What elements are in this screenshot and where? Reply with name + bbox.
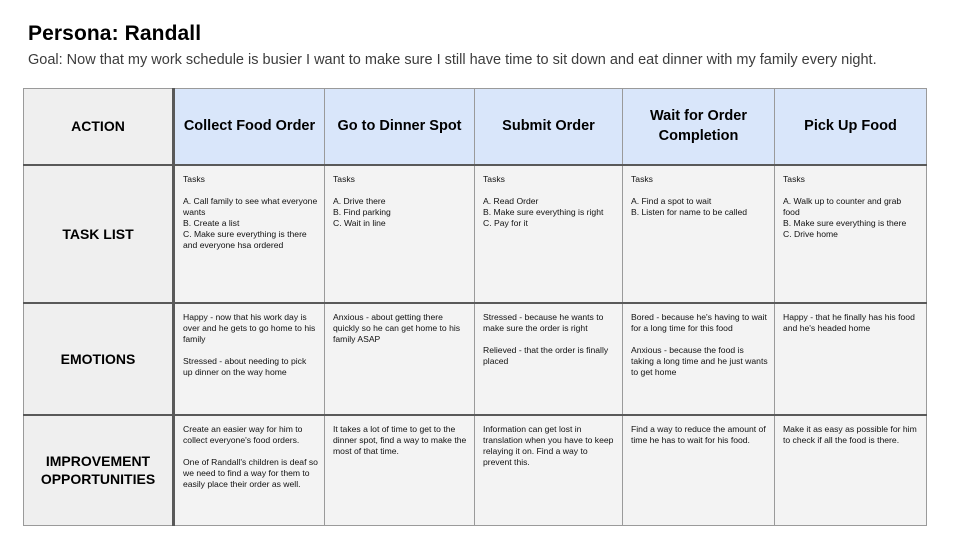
task-item: A. Walk up to counter and grab food: [783, 195, 902, 217]
task-cell: Tasks A. Read Order B. Make sure everyth…: [474, 164, 623, 304]
task-item: A. Drive there: [333, 195, 386, 206]
improvement-cell: Create an easier way for him to collect …: [173, 414, 325, 526]
emotion-cell: Bored - because he's having to wait for …: [622, 302, 775, 416]
improvement-text: Create an easier way for him to collect …: [183, 423, 303, 445]
task-item: B. Make sure everything is there: [783, 217, 907, 228]
corner-label-action: ACTION: [23, 88, 175, 166]
improvement-text: Make it as easy as possible for him to c…: [783, 423, 917, 445]
emotion-text: Stressed - because he wants to make sure…: [483, 311, 604, 333]
task-item: B. Listen for name to be called: [631, 206, 748, 217]
emotion-text: Happy - now that his work day is over an…: [183, 311, 316, 344]
improvement-text: Find a way to reduce the amount of time …: [631, 423, 766, 445]
emotion-cell: Happy - now that his work day is over an…: [173, 302, 325, 416]
row-label-task-list: TASK LIST: [23, 164, 175, 304]
improvement-text: It takes a lot of time to get to the din…: [333, 423, 467, 456]
emotion-text: Stressed - about needing to pick up dinn…: [183, 355, 307, 377]
task-item: C. Make sure everything is there and eve…: [183, 228, 307, 250]
task-cell: Tasks A. Walk up to counter and grab foo…: [774, 164, 927, 304]
emotion-cell: Happy - that he finally has his food and…: [774, 302, 927, 416]
task-list-row: TASK LIST Tasks A. Call family to see wh…: [23, 164, 927, 304]
task-item: C. Wait in line: [333, 217, 386, 228]
emotions-row: EMOTIONS Happy - now that his work day i…: [23, 302, 927, 416]
improvement-cell: Make it as easy as possible for him to c…: [774, 414, 927, 526]
task-item: B. Find parking: [333, 206, 391, 217]
column-header-wait-for-order: Wait for Order Completion: [622, 88, 775, 166]
task-item: B. Create a list: [183, 217, 240, 228]
task-heading: Tasks: [333, 173, 355, 184]
column-header-go-to-dinner-spot: Go to Dinner Spot: [324, 88, 475, 166]
improvement-text: Information can get lost in translation …: [483, 423, 614, 467]
task-item: C. Pay for it: [483, 217, 528, 228]
task-heading: Tasks: [183, 173, 205, 184]
improvement-cell: Information can get lost in translation …: [474, 414, 623, 526]
improvement-text: One of Randall's children is deaf so we …: [183, 456, 318, 489]
page-title: Persona: Randall: [28, 22, 202, 45]
emotion-text: Happy - that he finally has his food and…: [783, 311, 915, 333]
column-header-pick-up-food: Pick Up Food: [774, 88, 927, 166]
task-heading: Tasks: [783, 173, 805, 184]
emotion-cell: Anxious - about getting there quickly so…: [324, 302, 475, 416]
row-label-emotions: EMOTIONS: [23, 302, 175, 416]
emotion-text: Anxious - about getting there quickly so…: [333, 311, 461, 344]
improvement-cell: It takes a lot of time to get to the din…: [324, 414, 475, 526]
task-item: A. Call family to see what everyone want…: [183, 195, 318, 217]
task-cell: Tasks A. Find a spot to wait B. Listen f…: [622, 164, 775, 304]
emotion-cell: Stressed - because he wants to make sure…: [474, 302, 623, 416]
journey-map-table: ACTION Collect Food Order Go to Dinner S…: [23, 88, 927, 526]
task-heading: Tasks: [483, 173, 505, 184]
column-header-collect-food-order: Collect Food Order: [173, 88, 325, 166]
task-item: B. Make sure everything is right: [483, 206, 604, 217]
row-label-improvement-opportunities: IMPROVEMENT OPPORTUNITIES: [23, 414, 175, 526]
task-item: A. Read Order: [483, 195, 539, 206]
task-cell: Tasks A. Drive there B. Find parking C. …: [324, 164, 475, 304]
improvement-cell: Find a way to reduce the amount of time …: [622, 414, 775, 526]
task-item: A. Find a spot to wait: [631, 195, 712, 206]
column-header-submit-order: Submit Order: [474, 88, 623, 166]
emotion-text: Bored - because he's having to wait for …: [631, 311, 767, 333]
emotion-text: Relieved - that the order is finally pla…: [483, 344, 609, 366]
persona-goal: Goal: Now that my work schedule is busie…: [28, 52, 877, 68]
emotion-text: Anxious - because the food is taking a l…: [631, 344, 768, 377]
task-cell: Tasks A. Call family to see what everyon…: [173, 164, 325, 304]
improvement-row: IMPROVEMENT OPPORTUNITIES Create an easi…: [23, 414, 927, 526]
task-item: C. Drive home: [783, 228, 838, 239]
task-heading: Tasks: [631, 173, 653, 184]
header-row: ACTION Collect Food Order Go to Dinner S…: [23, 88, 927, 166]
